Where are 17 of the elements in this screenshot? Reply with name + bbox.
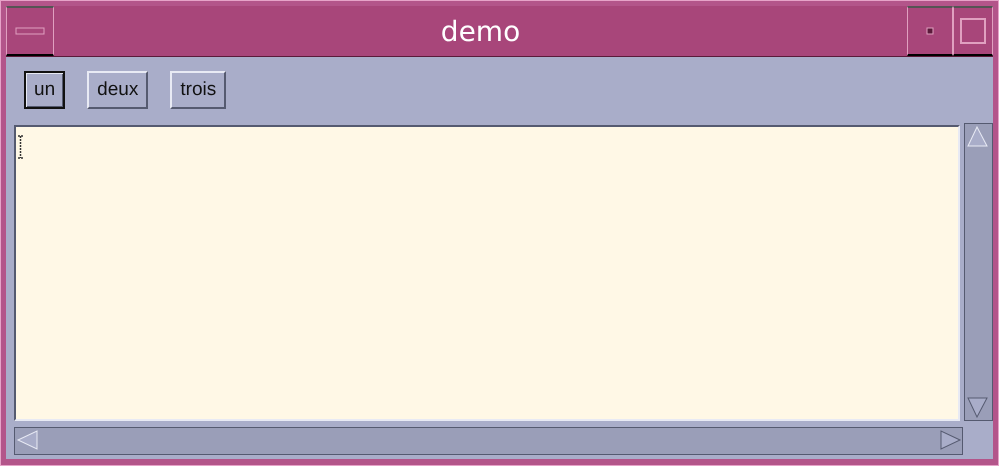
menu-bar-icon xyxy=(15,27,45,35)
minimize-icon xyxy=(926,27,934,35)
toolbar-button[interactable]: deux xyxy=(87,71,148,109)
scroll-left-icon xyxy=(15,428,39,452)
window-menu-button[interactable] xyxy=(6,6,54,56)
text-cursor-icon xyxy=(18,135,23,159)
minimize-button[interactable] xyxy=(907,6,953,56)
maximize-icon xyxy=(960,18,986,44)
scroll-down-icon xyxy=(965,395,990,420)
maximize-button[interactable] xyxy=(953,6,993,56)
horizontal-scrollbar[interactable] xyxy=(14,427,963,455)
toolbar-button[interactable]: trois xyxy=(170,71,226,109)
scroll-up-icon xyxy=(965,124,990,149)
scroll-right-icon xyxy=(938,428,962,452)
vertical-scrollbar[interactable] xyxy=(964,123,993,421)
toolbar-button[interactable]: un xyxy=(24,71,66,109)
window-title: demo xyxy=(440,14,520,48)
